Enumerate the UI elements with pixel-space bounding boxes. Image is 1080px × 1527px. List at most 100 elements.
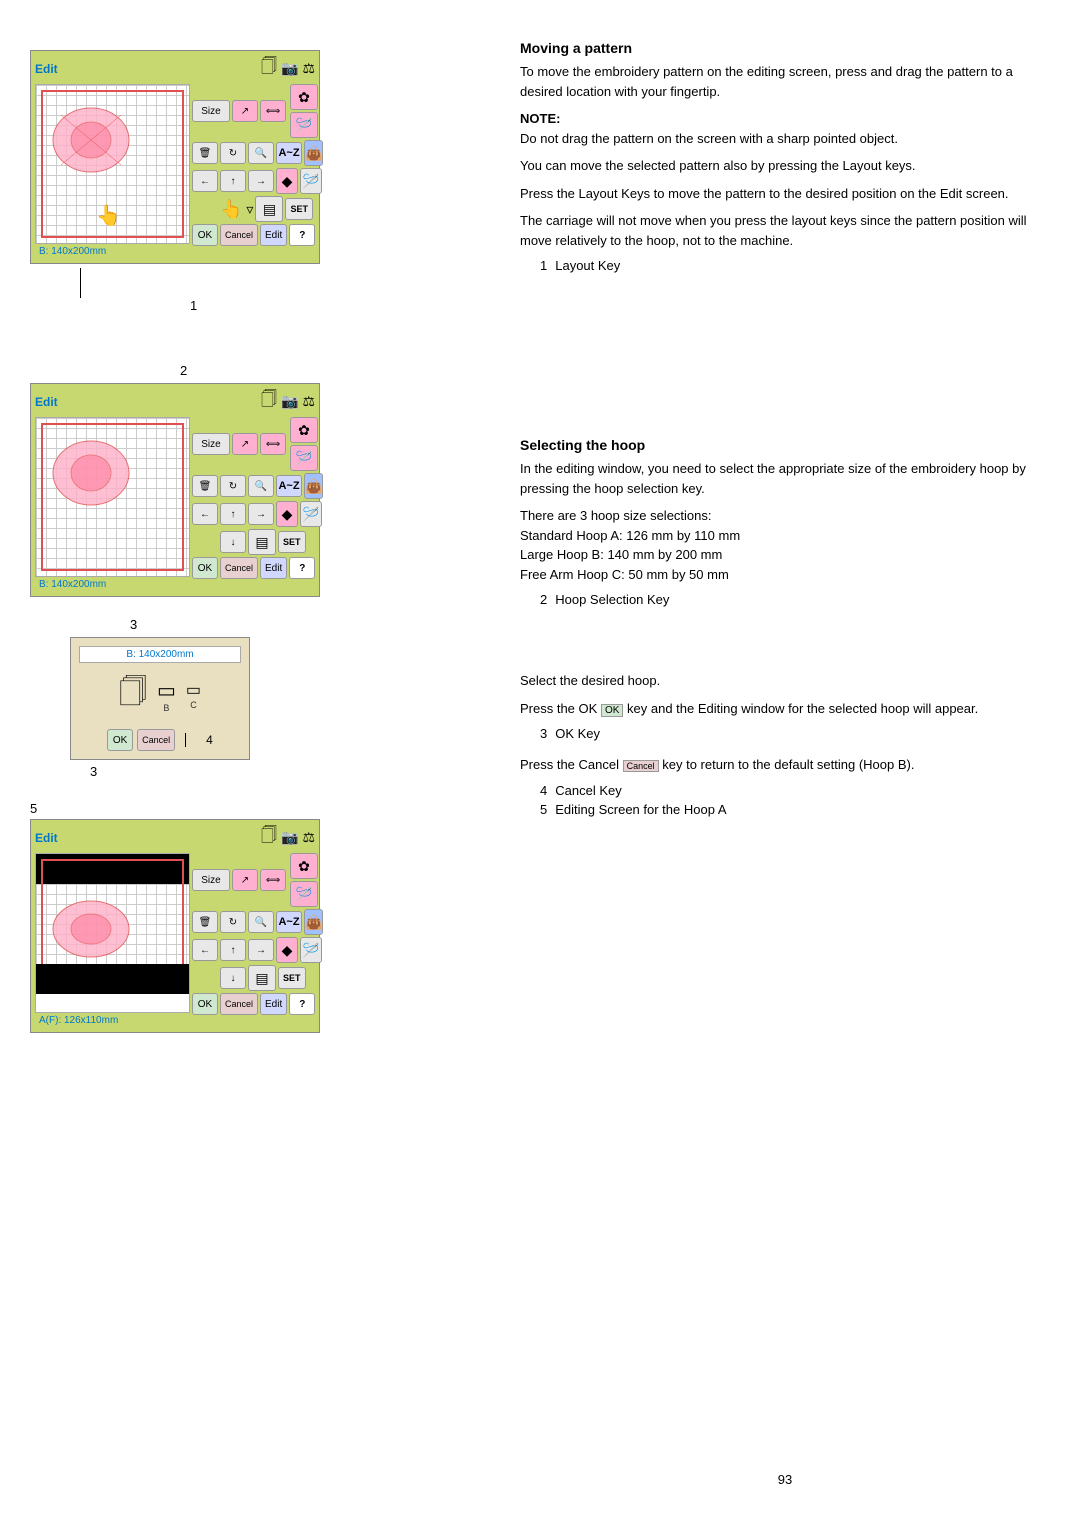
icon-sewing2[interactable]: 🪡 bbox=[290, 445, 318, 471]
right-btn-2[interactable]: → bbox=[248, 503, 274, 525]
trash-btn-5[interactable]: 🗑 bbox=[192, 911, 218, 933]
icon-bag2[interactable]: 👜 bbox=[304, 473, 323, 499]
rotate-btn-1[interactable]: ↻ bbox=[220, 142, 246, 164]
section2-hoop-a: Standard Hoop A: 126 mm by 110 mm bbox=[520, 528, 740, 543]
callout5-label: 5 bbox=[540, 802, 547, 817]
left-btn-1[interactable]: ← bbox=[192, 170, 218, 192]
resize-btn-5[interactable]: ↗ bbox=[232, 869, 258, 891]
screen2-wrapper: 2 Edit 🗍 📷 ⚖ bbox=[30, 383, 490, 597]
set-btn-1[interactable]: SET bbox=[285, 198, 313, 220]
edit-btn-2[interactable]: Edit bbox=[260, 557, 287, 579]
az-btn-5[interactable]: A~Z bbox=[276, 911, 302, 933]
left-btn-5[interactable]: ← bbox=[192, 939, 218, 961]
resize-btn-2[interactable]: ↗ bbox=[232, 433, 258, 455]
icon-layer5[interactable]: ▤ bbox=[248, 965, 276, 991]
icon-sewing5[interactable]: 🪡 bbox=[290, 881, 318, 907]
icon-diamond1[interactable]: ◆ bbox=[276, 168, 298, 194]
callout5-text: Editing Screen for the Hoop A bbox=[555, 802, 726, 817]
az-btn-1[interactable]: A~Z bbox=[276, 142, 302, 164]
section1-para3: Press the Layout Keys to move the patter… bbox=[520, 184, 1050, 204]
icon-cloth1[interactable]: 🪡 bbox=[300, 168, 322, 194]
icon-cloth2[interactable]: 🪡 bbox=[300, 501, 322, 527]
left-btn-2[interactable]: ← bbox=[192, 503, 218, 525]
down-btn-5[interactable]: ↓ bbox=[220, 967, 246, 989]
ok-btn-5[interactable]: OK bbox=[192, 993, 218, 1015]
icon-flower5[interactable]: ✿ bbox=[290, 853, 318, 879]
question-btn-1[interactable]: ? bbox=[289, 224, 315, 246]
icon-layer1[interactable]: ▤ bbox=[255, 196, 283, 222]
size-btn-2[interactable]: Size bbox=[192, 433, 230, 455]
az-btn-2[interactable]: A~Z bbox=[276, 475, 302, 497]
callout4-text: Cancel Key bbox=[555, 783, 621, 798]
edit-screen-2: Edit 🗍 📷 ⚖ bbox=[30, 383, 320, 597]
zoom-btn-5[interactable]: 🔍 bbox=[248, 911, 274, 933]
trash-btn-2[interactable]: 🗑 bbox=[192, 475, 218, 497]
icon-bag5[interactable]: 👜 bbox=[304, 909, 323, 935]
edit-btn-1[interactable]: Edit bbox=[260, 224, 287, 246]
right-btn-1[interactable]: → bbox=[248, 170, 274, 192]
ok-btn-1[interactable]: OK bbox=[192, 224, 218, 246]
down-btn-2[interactable]: ↓ bbox=[220, 531, 246, 553]
up-btn-1[interactable]: ↑ bbox=[220, 170, 246, 192]
set-btn-5[interactable]: SET bbox=[278, 967, 306, 989]
trash-btn-1[interactable]: 🗑 bbox=[192, 142, 218, 164]
ok-key-inline: OK bbox=[601, 704, 623, 717]
toolbar-5: Size ↗ ⟺ ✿ 🪡 🗑 ↻ 🔍 A~Z bbox=[192, 853, 322, 1028]
note-label: NOTE: bbox=[520, 111, 560, 126]
hoop-c-option[interactable]: ▭ C bbox=[186, 680, 201, 710]
cancel-btn-5[interactable]: Cancel bbox=[220, 993, 258, 1015]
diagram1-number: 1 bbox=[190, 298, 490, 313]
zoom-btn-1[interactable]: 🔍 bbox=[248, 142, 274, 164]
set-btn-2[interactable]: SET bbox=[278, 531, 306, 553]
cancel-btn-1[interactable]: Cancel bbox=[220, 224, 258, 246]
ok-btn-2[interactable]: OK bbox=[192, 557, 218, 579]
canvas-footer-1: B: 140x200mm bbox=[35, 244, 190, 259]
hoop-b-label: B bbox=[163, 703, 169, 713]
hoop-main-option: 🗍 bbox=[119, 671, 147, 719]
callout5: 5 Editing Screen for the Hoop A bbox=[540, 802, 1050, 817]
resize-btn-1[interactable]: ↗ bbox=[232, 100, 258, 122]
icon-flower2[interactable]: ✿ bbox=[290, 417, 318, 443]
cancel-btn-2[interactable]: Cancel bbox=[220, 557, 258, 579]
icon-diamond2[interactable]: ◆ bbox=[276, 501, 298, 527]
icon-bag1[interactable]: 👜 bbox=[304, 140, 323, 166]
section2-para3: Select the desired hoop. bbox=[520, 671, 1050, 691]
up-btn-5[interactable]: ↑ bbox=[220, 939, 246, 961]
question-btn-5[interactable]: ? bbox=[289, 993, 315, 1015]
right-btn-5[interactable]: → bbox=[248, 939, 274, 961]
callout1-text: Layout Key bbox=[555, 258, 620, 273]
hoop-ok-btn[interactable]: OK bbox=[107, 729, 133, 751]
edit-screen-1: Edit 🗍 📷 ⚖ bbox=[30, 50, 320, 264]
rotate-btn-2[interactable]: ↻ bbox=[220, 475, 246, 497]
size-btn-1[interactable]: Size bbox=[192, 100, 230, 122]
diagram3-num-label: 3 bbox=[90, 764, 490, 779]
hoop-b-option[interactable]: ▭ B bbox=[157, 678, 176, 713]
icon-sewing[interactable]: 🪡 bbox=[290, 112, 318, 138]
hoop-dialog-footer: OK Cancel 4 bbox=[79, 729, 241, 751]
canvas-footer-5: A(F): 126x110mm bbox=[35, 1013, 190, 1028]
section2-para5: Press the Cancel Cancel key to return to… bbox=[520, 755, 1050, 775]
icon-diamond5[interactable]: ◆ bbox=[276, 937, 298, 963]
flip-btn-5[interactable]: ⟺ bbox=[260, 869, 286, 891]
edit-label-5: Edit bbox=[35, 831, 58, 845]
flip-btn-1[interactable]: ⟺ bbox=[260, 100, 286, 122]
flip-btn-2[interactable]: ⟺ bbox=[260, 433, 286, 455]
callout2-label: 2 bbox=[540, 592, 547, 607]
callout2-text: Hoop Selection Key bbox=[555, 592, 669, 607]
size-btn-5[interactable]: Size bbox=[192, 869, 230, 891]
callout4-label: 4 bbox=[540, 783, 547, 798]
icon-layer2[interactable]: ▤ bbox=[248, 529, 276, 555]
up-btn-2[interactable]: ↑ bbox=[220, 503, 246, 525]
question-btn-2[interactable]: ? bbox=[289, 557, 315, 579]
page-number: 93 bbox=[520, 1472, 1050, 1487]
section1-title: Moving a pattern bbox=[520, 40, 1050, 56]
callout1-label: 1 bbox=[540, 258, 547, 273]
icon-flower[interactable]: ✿ bbox=[290, 84, 318, 110]
rotate-btn-5[interactable]: ↻ bbox=[220, 911, 246, 933]
zoom-btn-2[interactable]: 🔍 bbox=[248, 475, 274, 497]
icon-cloth5[interactable]: 🪡 bbox=[300, 937, 322, 963]
section2-hoop-b: Large Hoop B: 140 mm by 200 mm bbox=[520, 547, 722, 562]
hoop-cancel-btn[interactable]: Cancel bbox=[137, 729, 175, 751]
hoop-c-label: C bbox=[190, 700, 197, 710]
edit-btn-5[interactable]: Edit bbox=[260, 993, 287, 1015]
